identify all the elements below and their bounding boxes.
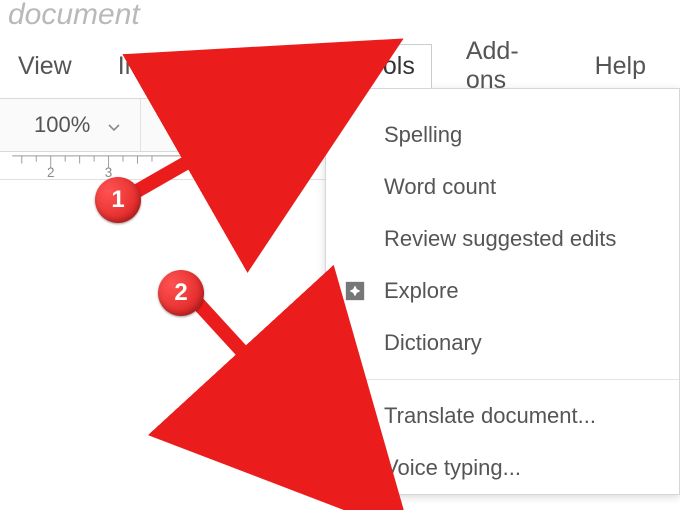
zoom-select[interactable]: 100% <box>0 112 140 138</box>
tools-menu: Spelling Word count Review suggested edi… <box>325 88 680 495</box>
menu-view[interactable]: View <box>6 46 84 87</box>
menu-tools[interactable]: Tools <box>339 44 431 88</box>
menu-item-label: Review suggested edits <box>384 226 616 252</box>
menubar: View Insert Format Tools Add-ons Help <box>0 44 680 88</box>
menu-item-spelling[interactable]: Spelling <box>326 109 679 161</box>
callout-badge-2: 2 <box>158 270 204 316</box>
menu-item-label: Dictionary <box>384 330 482 356</box>
separator <box>326 379 679 380</box>
menu-format[interactable]: Format <box>214 46 317 87</box>
menu-item-word-count[interactable]: Word count <box>326 161 679 213</box>
svg-text:2: 2 <box>47 165 55 179</box>
menu-item-dictionary[interactable]: Dictionary <box>326 317 679 369</box>
explore-icon <box>326 280 384 302</box>
menu-item-label: Spelling <box>384 122 462 148</box>
menu-item-label: Translate document... <box>384 403 596 429</box>
document-title[interactable]: document <box>8 0 140 32</box>
menu-item-label: Explore <box>384 278 459 304</box>
menu-item-label: Voice typing... <box>384 455 521 481</box>
menu-item-review-suggested-edits[interactable]: Review suggested edits <box>326 213 679 265</box>
menu-insert[interactable]: Insert <box>106 46 193 87</box>
mic-icon <box>326 456 384 480</box>
callout-badge-1: 1 <box>95 177 141 223</box>
svg-text:5: 5 <box>278 165 286 179</box>
menu-item-voice-typing[interactable]: Voice typing... <box>326 442 679 494</box>
paragraph-style-select[interactable]: Normal text <box>141 111 312 139</box>
menu-item-translate-document[interactable]: Translate document... <box>326 390 679 442</box>
menu-item-label: Word count <box>384 174 496 200</box>
chevron-down-icon <box>108 112 120 138</box>
menu-help[interactable]: Help <box>583 46 658 87</box>
zoom-value: 100% <box>34 112 90 138</box>
menu-item-explore[interactable]: Explore <box>326 265 679 317</box>
